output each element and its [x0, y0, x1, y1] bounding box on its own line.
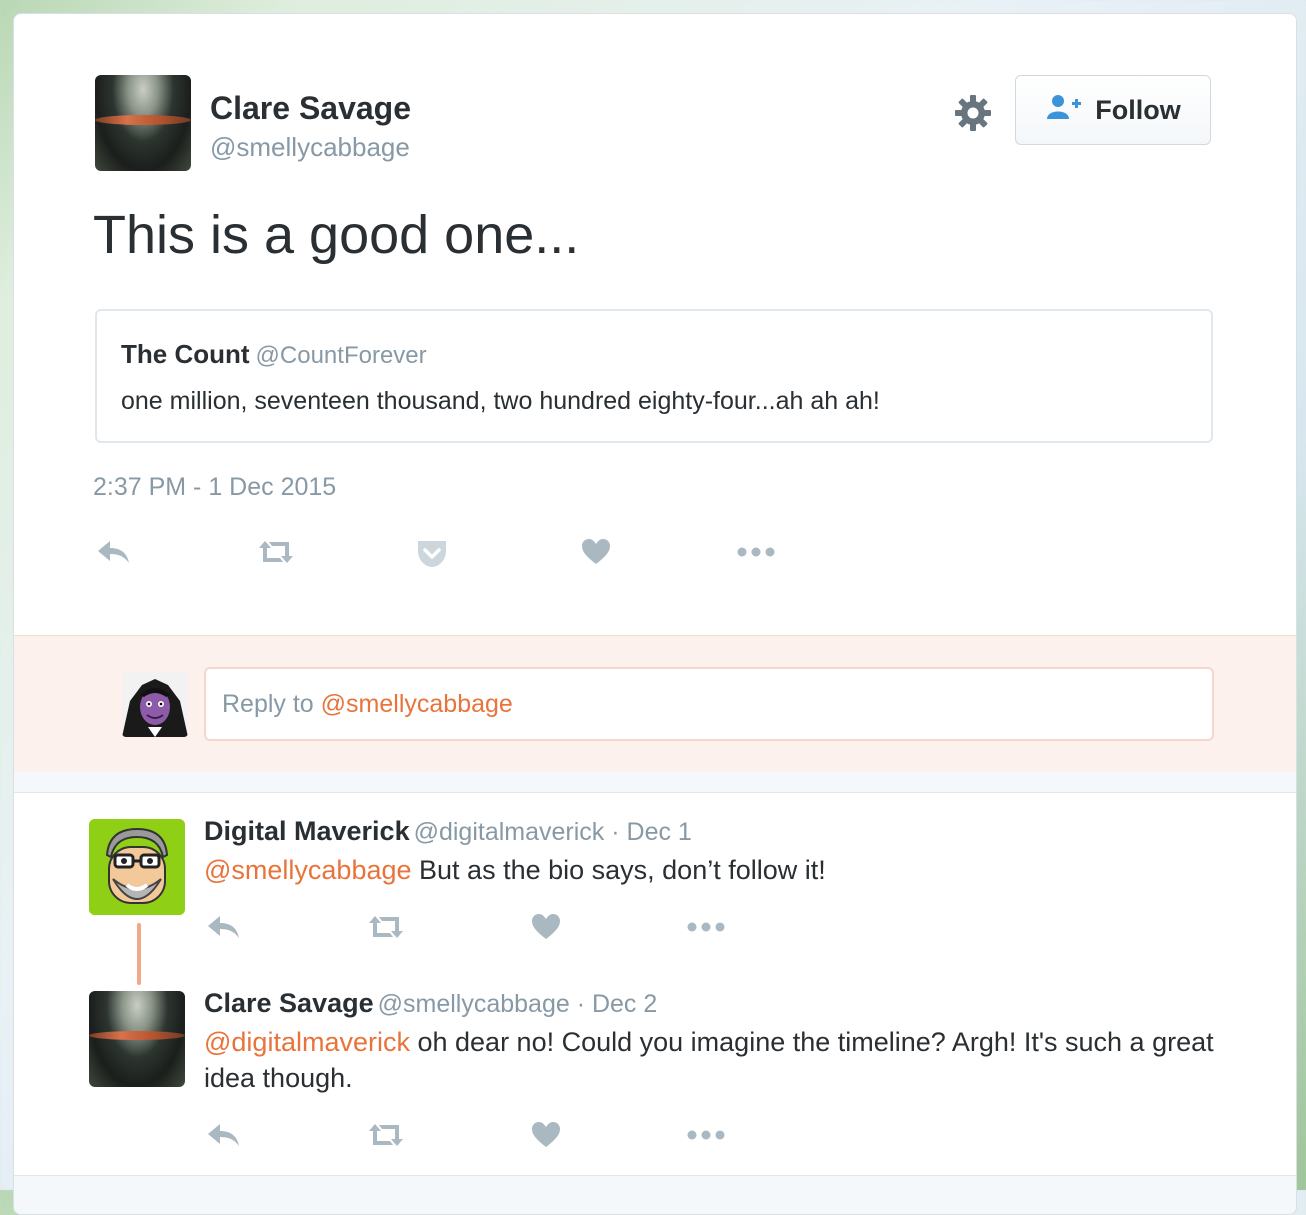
follow-button[interactable]: Follow [1015, 75, 1211, 145]
more-icon[interactable] [686, 909, 726, 945]
quoted-tweet[interactable]: The Count @CountForever one million, seve… [95, 309, 1213, 443]
reply-author: Clare Savage @smellycabbage · Dec 2 [204, 988, 657, 1019]
reply-mention[interactable]: @smellycabbage [204, 855, 412, 885]
bottom-divider [14, 1175, 1296, 1214]
current-user-avatar [122, 671, 188, 737]
heart-icon[interactable] [526, 1117, 566, 1153]
thread-connector [137, 923, 141, 985]
author-avatar[interactable] [95, 75, 191, 171]
reply-icon[interactable] [204, 909, 244, 945]
heart-icon[interactable] [526, 909, 566, 945]
retweet-icon[interactable] [366, 1117, 406, 1153]
reply-avatar[interactable] [89, 991, 185, 1087]
tweet-text: This is a good one... [93, 205, 580, 265]
tweet-card: Clare Savage @smellycabbage Follow This … [13, 13, 1297, 1215]
reply-mention[interactable]: @digitalmaverick [204, 1027, 410, 1057]
reply-text: @digitalmaverick oh dear no! Could you i… [204, 1024, 1224, 1096]
reply-composer: Reply to @smellycabbage [14, 635, 1296, 773]
reply-icon[interactable] [94, 534, 134, 570]
author-name[interactable]: Clare Savage [210, 90, 411, 127]
more-icon[interactable] [686, 1117, 726, 1153]
gear-icon[interactable] [951, 91, 995, 135]
section-divider [14, 772, 1296, 793]
reply-body: But as the bio says, don’t follow it! [419, 855, 826, 885]
reply-author: Digital Maverick @digitalmaverick · Dec 1 [204, 816, 692, 847]
reply-mention: @smellycabbage [320, 689, 513, 718]
quote-author-handle: @CountForever [255, 342, 427, 369]
reply-author-name[interactable]: Digital Maverick [204, 816, 410, 846]
follow-label: Follow [1095, 94, 1181, 125]
reply-icon[interactable] [204, 1117, 244, 1153]
reply-meta[interactable]: @smellycabbage · Dec 2 [378, 990, 658, 1018]
reply-prefix: Reply to [222, 689, 314, 718]
reply-input[interactable]: Reply to @smellycabbage [204, 667, 1214, 741]
heart-icon[interactable] [576, 534, 616, 570]
reply-meta[interactable]: @digitalmaverick · Dec 1 [414, 818, 692, 846]
quote-text: one million, seventeen thousand, two hun… [121, 387, 880, 415]
reply-avatar[interactable] [89, 819, 185, 915]
reply-author-name[interactable]: Clare Savage [204, 988, 374, 1018]
retweet-icon[interactable] [366, 909, 406, 945]
more-icon[interactable] [736, 534, 776, 570]
tweet-timestamp[interactable]: 2:37 PM - 1 Dec 2015 [93, 473, 336, 502]
retweet-icon[interactable] [256, 534, 296, 570]
add-user-icon [1045, 93, 1083, 128]
quote-author-name: The Count [121, 339, 250, 369]
reply-text: @smellycabbage But as the bio says, don’… [204, 852, 1224, 888]
pocket-icon[interactable] [412, 536, 452, 572]
author-handle[interactable]: @smellycabbage [210, 132, 410, 163]
